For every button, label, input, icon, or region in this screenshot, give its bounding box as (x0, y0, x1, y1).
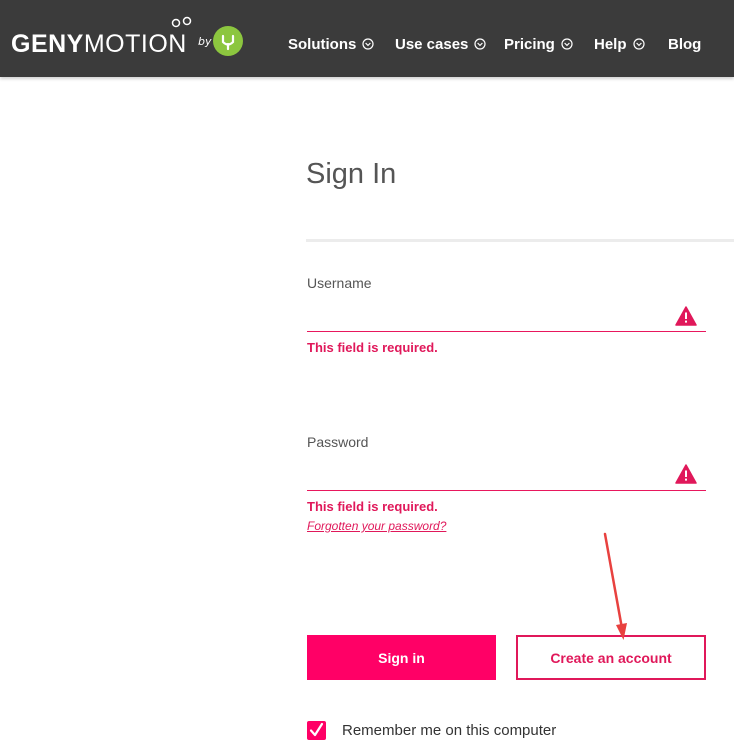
create-account-button[interactable]: Create an account (516, 635, 706, 680)
logo-text-light: MOTION (83, 30, 187, 58)
remember-me-label[interactable]: Remember me on this computer (342, 722, 556, 739)
forgot-password-link[interactable]: Forgotten your password? (307, 519, 446, 533)
username-label: Username (307, 275, 372, 291)
nav-label: Use cases (395, 35, 469, 53)
logo-dots-icon (171, 16, 192, 28)
nav-item-pricing[interactable]: Pricing (504, 34, 573, 54)
nav-item-use-cases[interactable]: Use cases (395, 34, 487, 54)
username-input[interactable] (307, 301, 706, 332)
remember-me-checkbox[interactable] (307, 721, 326, 740)
top-navigation-bar: GENYMOTION by Solutions Use cases Pricin… (0, 0, 734, 77)
nav-label: Pricing (504, 35, 555, 53)
nav-item-solutions[interactable]: Solutions (288, 34, 374, 54)
title-divider (306, 239, 734, 242)
checkmark-icon (309, 722, 324, 737)
sign-in-button[interactable]: Sign in (307, 635, 496, 680)
logo-by-text: by (198, 35, 212, 48)
warning-icon (675, 306, 697, 326)
nav-label: Help (594, 35, 627, 53)
nav-item-help[interactable]: Help (594, 34, 645, 54)
chevron-down-icon (632, 38, 645, 50)
nav-label: Blog (668, 35, 702, 53)
chevron-down-icon (474, 38, 487, 50)
password-error: This field is required. (307, 499, 438, 514)
logo-text-bold: GENY (11, 30, 84, 58)
genymobile-badge-icon (213, 26, 243, 56)
nav-item-blog[interactable]: Blog (668, 34, 701, 54)
nav-label: Solutions (288, 35, 357, 53)
chevron-down-icon (362, 38, 374, 50)
password-label: Password (307, 434, 369, 450)
password-input[interactable] (307, 460, 706, 491)
genymotion-logo[interactable]: GENYMOTION (11, 30, 187, 59)
warning-icon (675, 464, 697, 484)
chevron-down-icon (561, 38, 573, 50)
username-error: This field is required. (307, 340, 438, 355)
annotation-arrow-icon (603, 532, 627, 640)
page-title: Sign In (306, 158, 397, 190)
